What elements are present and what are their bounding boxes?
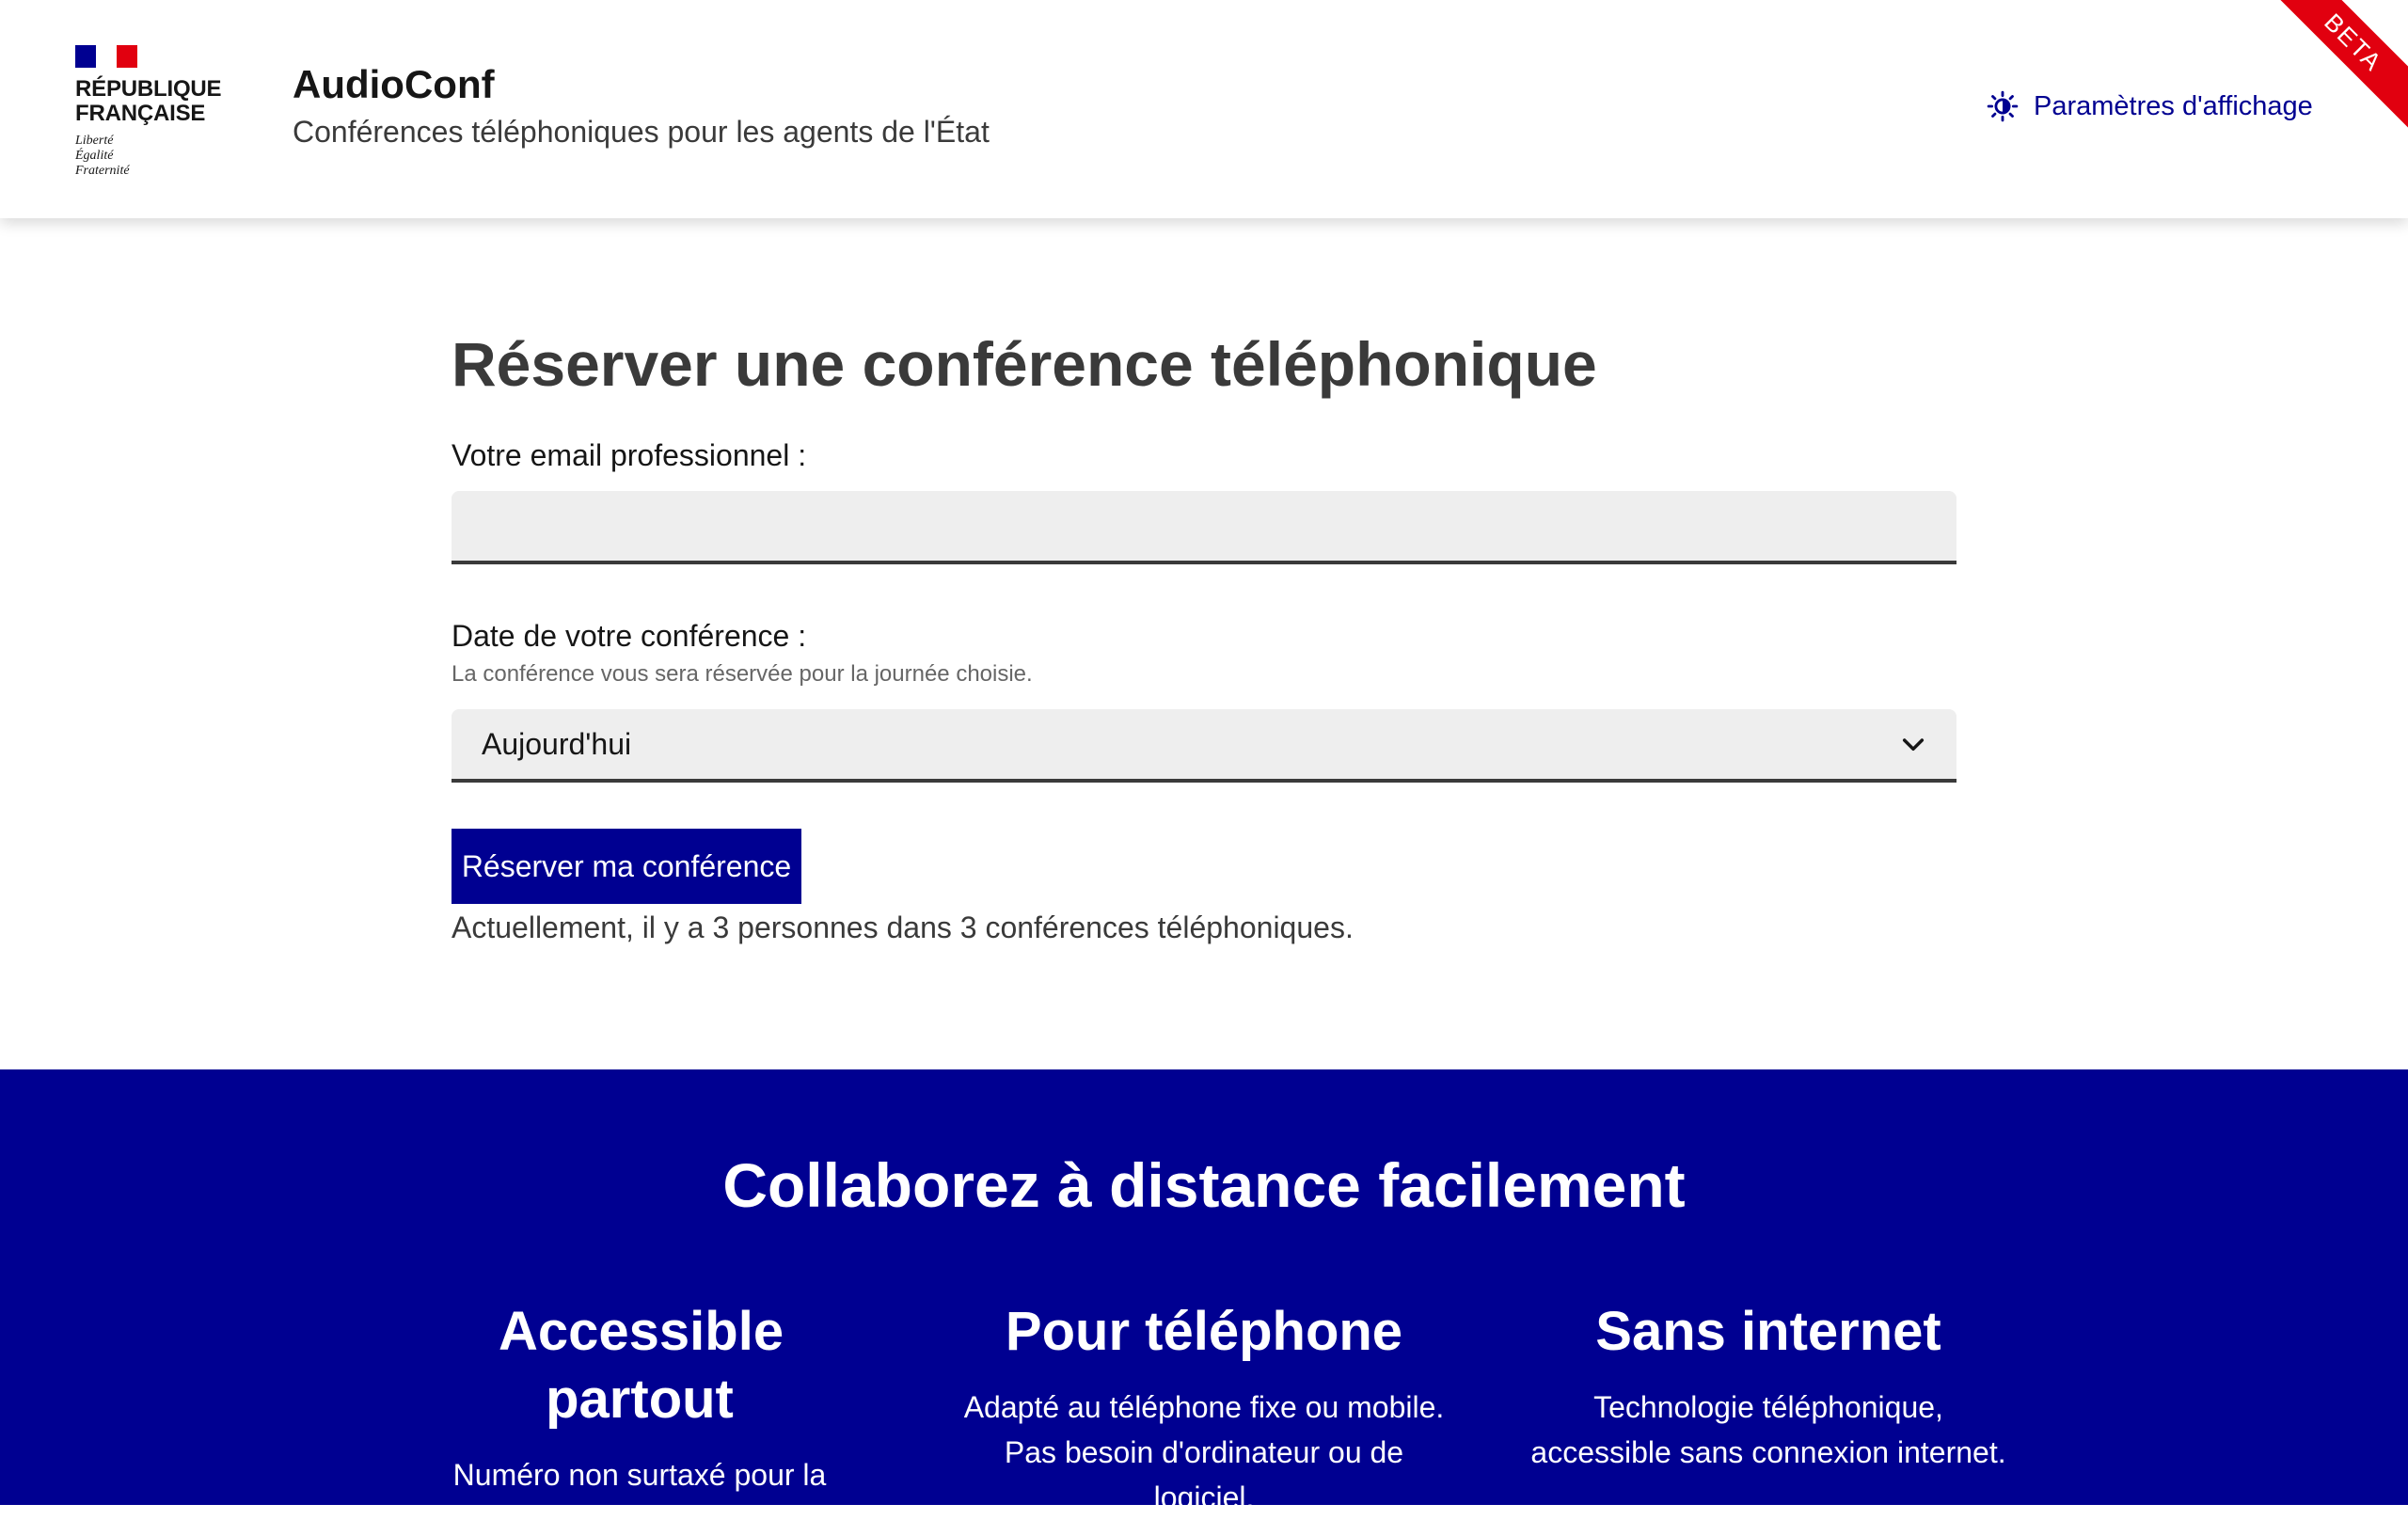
chevron-down-icon [1902, 738, 1925, 752]
motto-line: Fraternité [75, 164, 130, 178]
republique-francaise-logo[interactable]: RÉPUBLIQUE FRANÇAISE Liberté Égalité Fra… [75, 45, 226, 179]
motto-line: Liberté [75, 134, 114, 148]
date-select-value: Aujourd'hui [482, 726, 632, 761]
french-flag-icon [75, 45, 137, 68]
feature-phone: Pour téléphone Adapté au téléphone fixe … [959, 1298, 1449, 1520]
motto-line: Égalité [75, 149, 114, 163]
feature-title: Pour téléphone [1005, 1301, 1403, 1362]
status-text: Actuellement, il y a 3 personnes dans 3 … [452, 910, 1354, 944]
booking-form: Réserver une conférence téléphonique Vot… [452, 320, 1956, 944]
page-title: Réserver une conférence téléphonique [452, 329, 1597, 399]
feature-title: Accessible partout [499, 1301, 784, 1430]
feature-text: Technologie téléphonique, accessible san… [1530, 1390, 2006, 1469]
feature-text: Adapté au téléphone fixe ou mobile. Pas … [963, 1390, 1445, 1514]
feature-accessible: Accessible partout Numéro non surtaxé po… [395, 1298, 884, 1497]
features-section: Collaborez à distance facilement Accessi… [0, 1069, 2408, 1514]
logo-motto: Liberté Égalité Fraternité [75, 134, 226, 179]
feature-no-internet: Sans internet Technologie téléphonique, … [1524, 1298, 2013, 1475]
service-title: AudioConf [293, 62, 495, 106]
feature-title: Sans internet [1595, 1301, 1941, 1362]
site-header: RÉPUBLIQUE FRANÇAISE Liberté Égalité Fra… [0, 0, 2408, 218]
email-label: Votre email professionnel : [452, 438, 807, 472]
feature-text: Numéro non surtaxé pour la [452, 1458, 827, 1492]
date-label: Date de votre conférence : [452, 619, 807, 653]
theme-icon [1987, 90, 2019, 122]
date-hint: La conférence vous sera réservée pour la… [452, 661, 1033, 687]
beta-ribbon: BETA [2238, 0, 2408, 158]
service-branding[interactable]: AudioConf Conférences téléphoniques pour… [293, 62, 990, 150]
logo-text: RÉPUBLIQUE FRANÇAISE [75, 76, 222, 126]
email-field[interactable] [452, 491, 1956, 564]
date-select[interactable]: Aujourd'hui [452, 709, 1956, 783]
features-title: Collaborez à distance facilement [722, 1150, 1686, 1220]
service-tagline: Conférences téléphoniques pour les agent… [293, 115, 990, 149]
display-settings-label: Paramètres d'affichage [2034, 90, 2313, 121]
display-settings-button[interactable]: Paramètres d'affichage [1987, 90, 2313, 122]
submit-button[interactable]: Réserver ma conférence [452, 829, 801, 904]
